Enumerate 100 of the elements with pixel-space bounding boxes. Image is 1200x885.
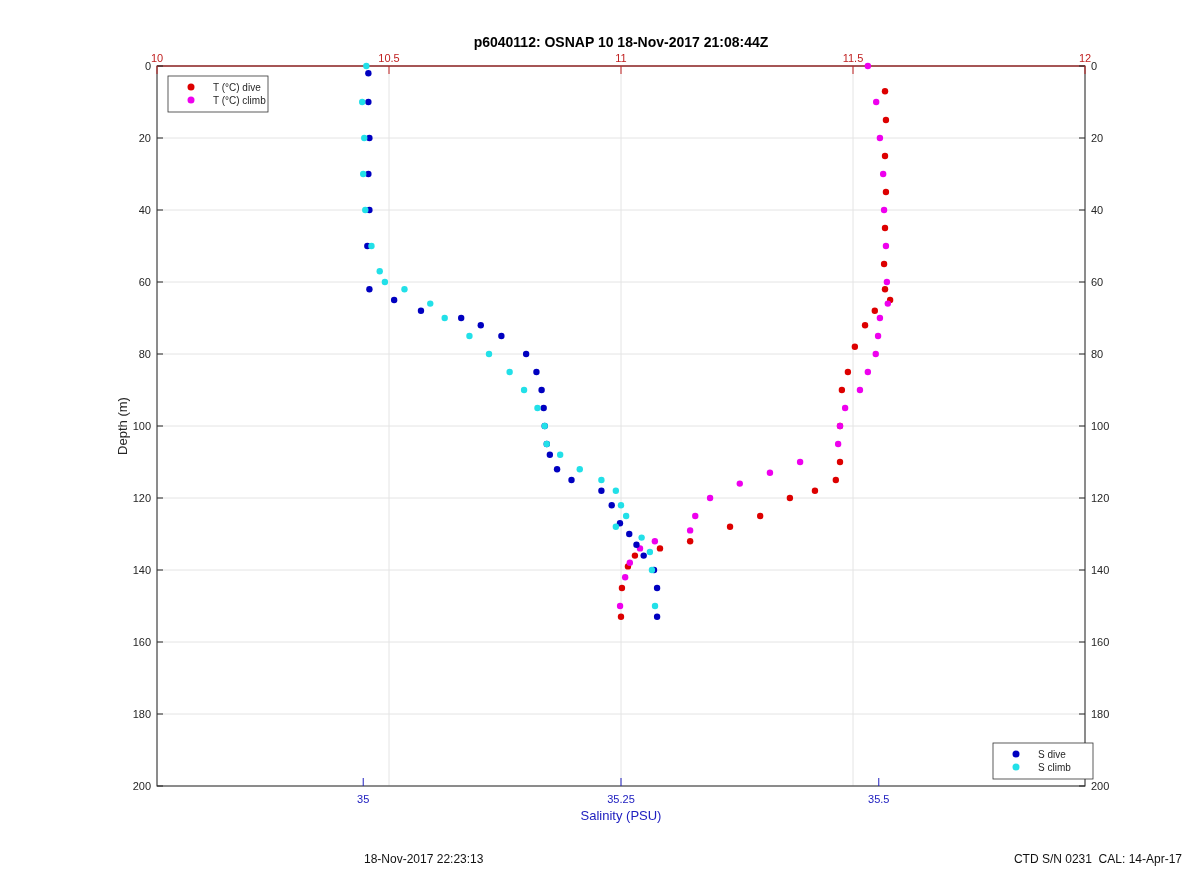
- data-point: [874, 332, 882, 340]
- data-point: [498, 332, 505, 340]
- tick-label: 40: [138, 204, 151, 216]
- data-point: [757, 512, 764, 520]
- data-point: [506, 368, 513, 376]
- data-point: [873, 98, 880, 106]
- legend-label: S dive: [1038, 749, 1066, 760]
- tick-label: 120: [132, 492, 151, 504]
- data-point: [427, 300, 434, 307]
- data-point: [376, 268, 383, 275]
- data-point: [881, 224, 889, 232]
- data-point: [598, 487, 605, 494]
- tick-label: 20: [1091, 132, 1104, 144]
- data-point: [882, 116, 890, 124]
- data-point: [882, 188, 890, 196]
- data-point: [872, 350, 879, 358]
- data-point: [612, 487, 620, 494]
- tick-label: 80: [138, 348, 151, 360]
- tick-label: 160: [132, 636, 151, 648]
- data-point: [538, 386, 545, 394]
- tick-label: 180: [132, 708, 151, 720]
- data-point: [856, 386, 864, 394]
- data-point: [651, 602, 659, 610]
- tick-label: 60: [138, 276, 151, 288]
- data-point: [882, 242, 890, 250]
- data-point: [522, 350, 530, 358]
- data-point: [485, 350, 493, 358]
- data-point: [726, 523, 734, 530]
- tick-label: 35.25: [607, 793, 635, 805]
- tick-label: 80: [1091, 348, 1104, 360]
- tick-label: 20: [138, 132, 151, 144]
- data-point: [417, 307, 425, 314]
- legend-label: T (°C) climb: [213, 95, 266, 106]
- data-point: [864, 62, 872, 70]
- data-point: [608, 502, 615, 509]
- data-point: [546, 451, 554, 458]
- tick-label: 40: [1091, 204, 1104, 216]
- data-point: [880, 260, 888, 268]
- tick-label: 10: [150, 52, 164, 64]
- data-point: [841, 404, 849, 412]
- data-point: [832, 476, 840, 484]
- tick-label: 140: [1091, 564, 1110, 576]
- data-point: [876, 134, 884, 142]
- axis-label: Salinity (PSU): [580, 808, 662, 823]
- data-point: [533, 368, 540, 376]
- data-point: [616, 602, 624, 610]
- data-point: [381, 278, 389, 286]
- chart-title: p6040112: OSNAP 10 18-Nov-2017 21:08:44Z: [473, 34, 769, 50]
- data-point: [834, 440, 842, 448]
- data-point: [617, 502, 625, 509]
- data-point: [838, 386, 846, 394]
- data-point: [861, 322, 869, 329]
- data-point: [568, 476, 575, 484]
- data-point: [881, 152, 889, 160]
- data-point: [466, 332, 473, 340]
- data-point: [653, 584, 661, 592]
- tick-label: 100: [132, 420, 151, 432]
- tick-label: 100: [1091, 420, 1110, 432]
- tick-label: 0: [144, 60, 151, 72]
- data-point: [879, 170, 887, 178]
- data-point: [864, 368, 872, 376]
- tick-label: 11: [615, 52, 627, 64]
- data-point: [622, 574, 629, 581]
- data-point: [851, 343, 859, 350]
- data-point: [736, 480, 743, 487]
- data-point: [556, 451, 564, 458]
- data-point: [598, 476, 605, 484]
- data-point: [477, 322, 484, 329]
- data-point: [390, 296, 398, 304]
- tick-label: 60: [1091, 276, 1104, 288]
- data-point: [401, 286, 408, 293]
- legend-label: T (°C) dive: [213, 82, 261, 93]
- data-point: [458, 314, 465, 322]
- data-point: [553, 466, 561, 473]
- data-point: [653, 613, 661, 620]
- tick-label: 11.5: [842, 52, 864, 64]
- tick-label: 35.5: [868, 793, 890, 805]
- data-point: [811, 487, 819, 494]
- tick-label: 140: [132, 564, 151, 576]
- data-point: [686, 527, 694, 534]
- data-point: [706, 494, 714, 502]
- data-point: [880, 206, 888, 214]
- data-point: [836, 458, 844, 466]
- tick-label: 0: [1091, 60, 1098, 72]
- tick-label: 160: [1091, 636, 1110, 648]
- tick-label: 180: [1091, 708, 1110, 720]
- data-point: [366, 286, 373, 293]
- data-point: [844, 368, 852, 376]
- tick-label: 200: [132, 780, 151, 792]
- data-point: [766, 469, 774, 476]
- data-point: [692, 512, 699, 520]
- data-point: [618, 584, 626, 592]
- timestamp-text: 18-Nov-2017 22:23:13: [364, 852, 484, 866]
- data-point: [686, 538, 694, 545]
- axis-label: Depth (m): [115, 397, 130, 455]
- data-point: [786, 494, 794, 502]
- data-point: [441, 314, 448, 322]
- legend-label: S climb: [1038, 762, 1071, 773]
- tick-label: 200: [1091, 780, 1110, 792]
- data-point: [626, 530, 633, 538]
